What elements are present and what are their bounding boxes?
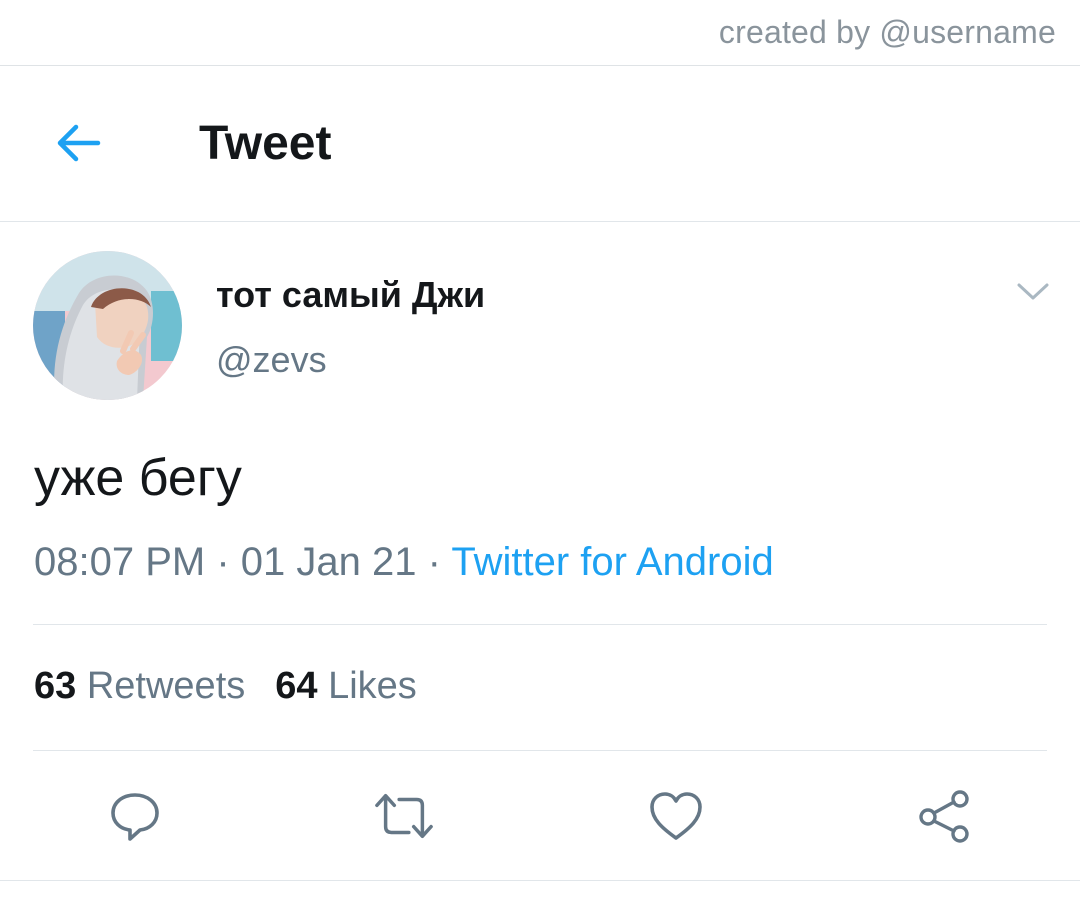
- author-handle[interactable]: @zevs: [216, 339, 327, 381]
- likes-count: 64: [275, 665, 318, 707]
- heart-icon: [650, 792, 702, 840]
- speech-bubble-icon: [111, 793, 159, 841]
- meta-separator: ·: [216, 540, 230, 584]
- bottom-divider: [0, 880, 1080, 881]
- likes-label: Likes: [328, 665, 417, 707]
- retweets-stat[interactable]: 63 Retweets: [34, 665, 245, 707]
- tweet-text: уже бегу: [34, 449, 242, 507]
- credit-text: created by @username: [718, 14, 1056, 50]
- retweet-arrows-icon: [375, 793, 433, 839]
- avatar[interactable]: [33, 251, 182, 400]
- author-display-name[interactable]: тот самый Джи: [216, 274, 485, 316]
- tweet-date: 01 Jan 21: [240, 540, 417, 584]
- back-button[interactable]: [40, 113, 116, 173]
- divider: [33, 750, 1047, 751]
- avatar-image: [33, 251, 182, 400]
- tweet-source-link[interactable]: Twitter for Android: [451, 540, 773, 584]
- chevron-down-icon: [1017, 283, 1049, 300]
- share-button[interactable]: [915, 786, 975, 846]
- credit-bar: created by @username: [0, 0, 1080, 66]
- tweet-time: 08:07 PM: [34, 540, 206, 584]
- share-nodes-icon: [919, 790, 969, 843]
- app-header: Tweet: [0, 66, 1080, 222]
- tweet-options-button[interactable]: [1010, 272, 1056, 312]
- tweet-stats: 63 Retweets 64 Likes: [34, 665, 417, 708]
- divider: [33, 624, 1047, 625]
- likes-stat[interactable]: 64 Likes: [275, 665, 417, 707]
- retweets-label: Retweets: [86, 665, 246, 707]
- tweet-meta: 08:07 PM · 01 Jan 21 · Twitter for Andro…: [34, 540, 774, 585]
- page-title: Tweet: [199, 117, 332, 170]
- retweets-count: 63: [34, 665, 77, 707]
- retweet-button[interactable]: [374, 786, 434, 846]
- like-button[interactable]: [646, 786, 706, 846]
- arrow-left-icon: [57, 124, 101, 162]
- meta-separator: ·: [427, 540, 441, 584]
- reply-button[interactable]: [105, 786, 165, 846]
